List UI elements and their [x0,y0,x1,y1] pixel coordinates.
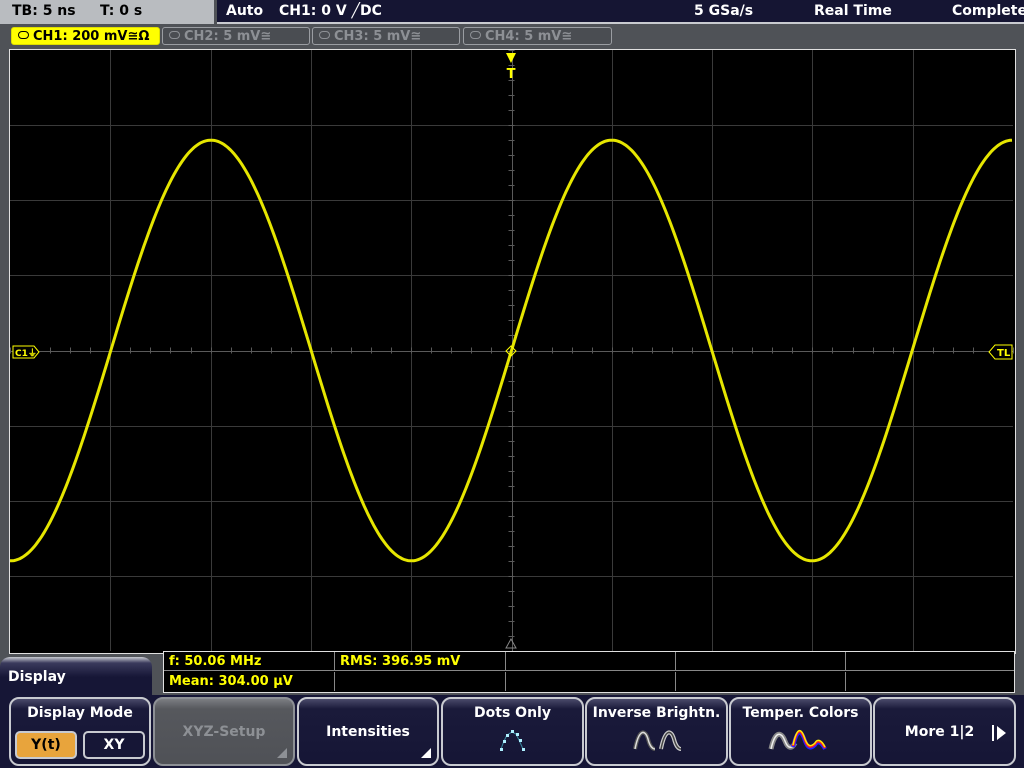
measurement-slot [676,672,846,691]
softkey-inverse-brightness[interactable]: Inverse Brightn. [585,697,728,766]
channel-tab-label: CH1: 200 mV≅Ω [33,29,150,44]
menu-title-tab: Display [0,657,152,697]
channel-tab-label: CH3: 5 mV≅ [334,29,422,44]
channel-indicator-icon [18,31,29,39]
inverse-brightness-icon [587,725,726,753]
measurement-mean: Mean: 304.00 µV [164,672,335,691]
trigger-mode-label: Auto [226,3,264,19]
channel-tab-ch2[interactable]: CH2: 5 mV≅ [162,27,310,45]
channel-tab-label: CH4: 5 mV≅ [485,29,573,44]
measurement-slot [676,652,846,671]
softkey-label: XYZ-Setup [182,724,266,740]
timebase-label: TB: 5 ns [12,3,76,19]
softkey-dots-only[interactable]: Dots Only [441,697,584,766]
softkey-temperature-colors[interactable]: Temper. Colors [729,697,872,766]
trigger-marker-label: T [507,67,516,82]
trigger-position-marker[interactable]: T [506,53,516,82]
acq-state-label: Complete [952,3,1024,19]
channel-tab-ch4[interactable]: CH4: 5 mV≅ [463,27,612,45]
trigger-level-label: TL [997,348,1011,359]
trigger-arrow-icon [506,53,516,63]
channel-tab-ch1[interactable]: CH1: 200 mV≅Ω [11,27,160,45]
softkey-label: Dots Only [474,705,551,721]
channel-indicator-icon [319,31,330,39]
channel-tab-ch3[interactable]: CH3: 5 mV≅ [312,27,460,45]
measurement-slot [335,672,506,691]
measurement-slot [846,652,1014,671]
softkey-more[interactable]: More 1|2 [873,697,1016,766]
trigger-level-marker[interactable]: TL [988,344,1013,360]
ch1-reference-marker[interactable]: C1⏚ [12,345,40,359]
scope-grid-svg: T C1⏚ TL [10,50,1014,652]
softkey-label: Temper. Colors [742,705,859,721]
softkey-display-mode: Display Mode Y(t) XY [9,697,151,766]
channel-indicator-icon [169,31,180,39]
softkey-xyz-setup[interactable]: XYZ-Setup [153,697,295,766]
ch1-reference-label: C1⏚ [15,348,37,359]
sample-rate-label: 5 GSa/s [694,3,754,19]
display-mode-yt-button[interactable]: Y(t) [15,731,77,759]
submenu-indicator-icon [277,748,287,758]
measurement-slot [506,652,676,671]
trigger-time-label: T: 0 s [100,3,143,19]
softkey-label: Intensities [326,724,410,740]
next-page-bar-icon [992,725,994,741]
timebase-status[interactable]: TB: 5 ns T: 0 s [0,0,214,24]
ch1-waveform-trace [10,138,1013,563]
softkey-label: Display Mode [27,705,133,721]
measurement-slot [846,672,1014,691]
dots-only-icon [443,725,582,753]
softkey-intensities[interactable]: Intensities [297,697,439,766]
acquisition-status-bar[interactable]: Auto CH1: 0 V ╱DC 5 GSa/s Real Time Comp… [217,0,1024,24]
menu-title-label: Display [8,669,66,685]
trigger-position-bottom-icon [505,637,517,649]
measurement-rms: RMS: 396.95 mV [335,652,506,671]
next-page-icon [997,726,1006,740]
channel-tab-label: CH2: 5 mV≅ [184,29,272,44]
waveform-display[interactable]: T C1⏚ TL [9,49,1016,654]
softkey-label: Inverse Brightn. [592,705,721,721]
temperature-colors-icon [731,725,870,753]
measurement-table: f: 50.06 MHz RMS: 396.95 mV Mean: 304.00… [163,651,1015,693]
trigger-source-label: CH1: 0 V ╱DC [279,3,382,19]
submenu-indicator-icon [421,748,431,758]
measurement-slot [506,672,676,691]
acq-mode-label: Real Time [814,3,892,19]
channel-indicator-icon [470,31,481,39]
measurement-frequency: f: 50.06 MHz [164,652,335,671]
display-mode-xy-button[interactable]: XY [83,731,145,759]
